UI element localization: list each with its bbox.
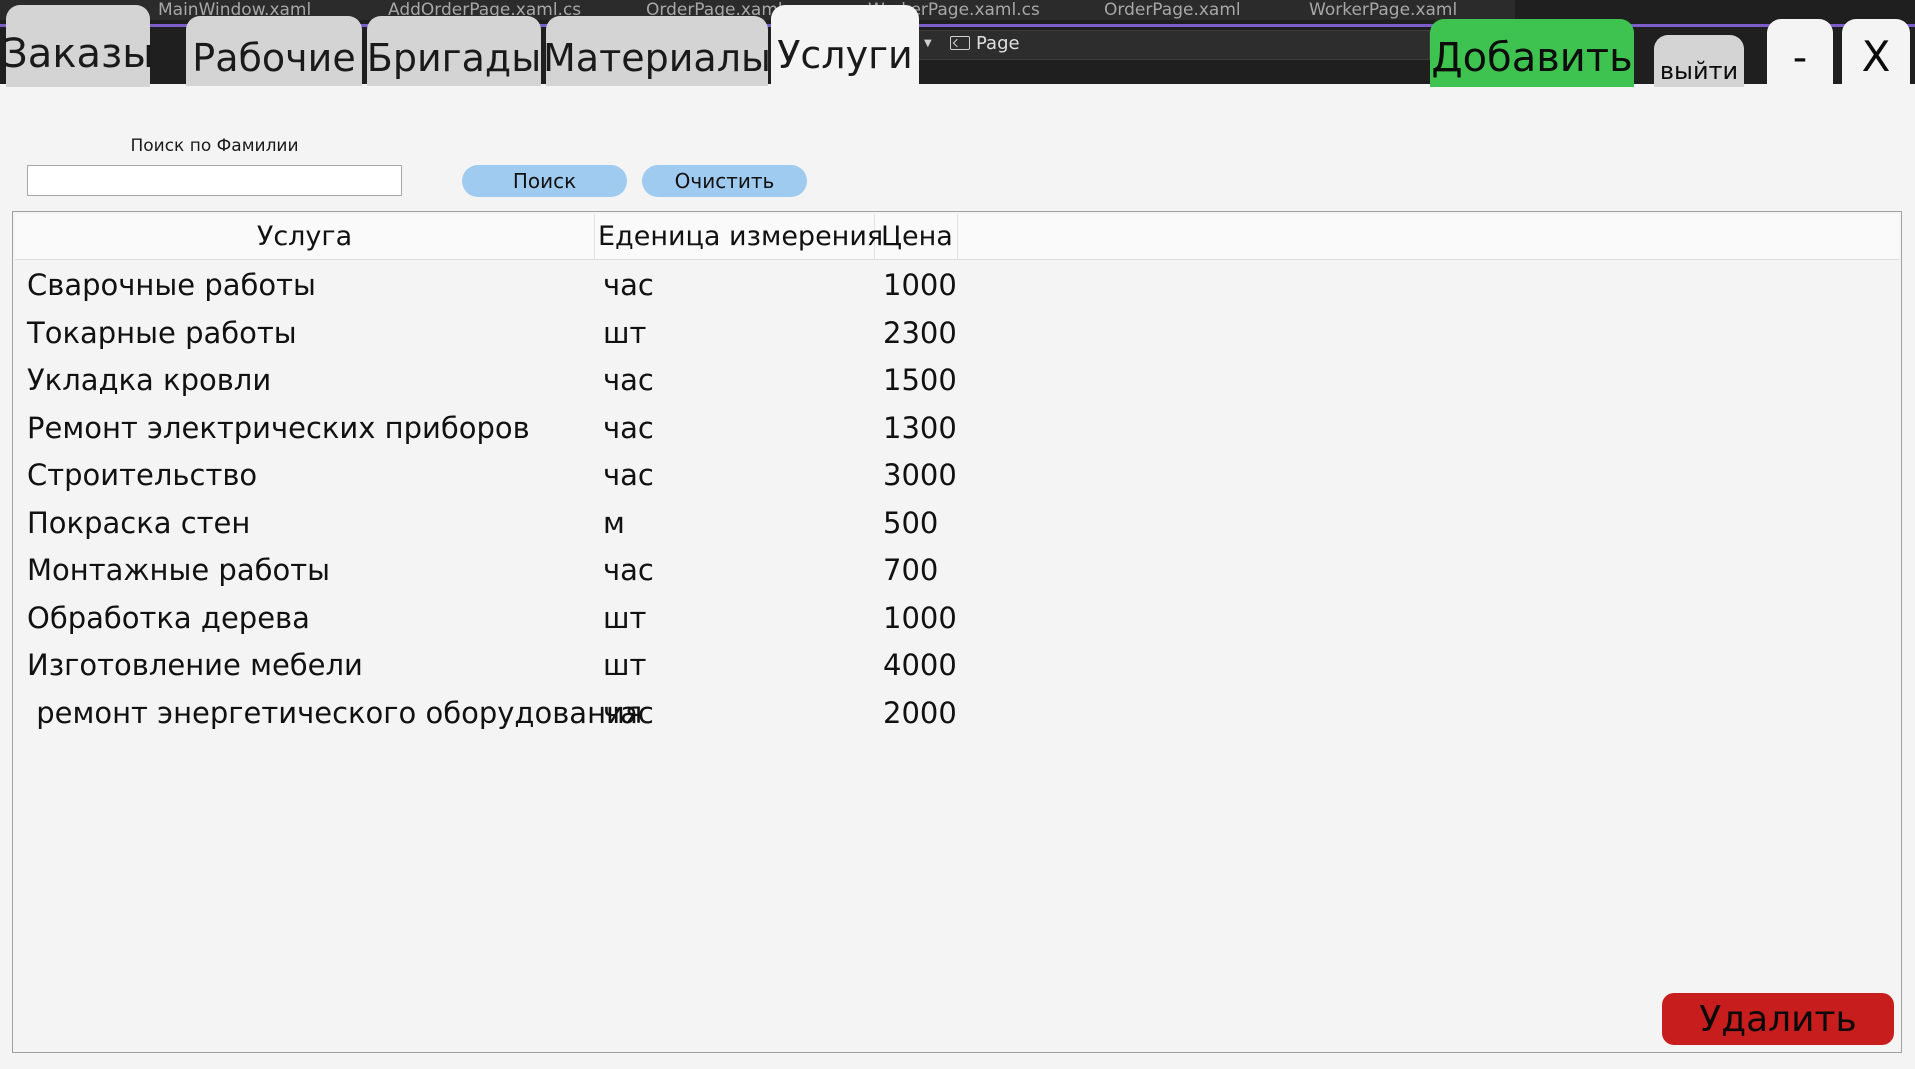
cell-price: 500 — [883, 505, 939, 540]
table-row[interactable]: Монтажные работы час 700 — [15, 547, 1899, 595]
clear-button[interactable]: Очистить — [642, 165, 807, 197]
cell-price: 2300 — [883, 315, 957, 350]
table-row[interactable]: ремонт энергетического оборудования час … — [15, 690, 1899, 738]
table-row[interactable]: Изготовление мебели шт 4000 — [15, 642, 1899, 690]
cell-service: ремонт энергетического оборудования — [27, 695, 643, 730]
tab-brigades[interactable]: Бригады — [367, 16, 541, 86]
cell-unit: час — [603, 695, 654, 730]
table-row[interactable]: Строительство час 3000 — [15, 452, 1899, 500]
column-header-unit[interactable]: Еденица измерения — [595, 214, 883, 259]
tab-orders[interactable]: Заказы — [2, 5, 154, 87]
cell-price: 1500 — [883, 363, 957, 397]
table-row[interactable]: Токарные работы шт 2300 — [15, 310, 1899, 358]
close-button[interactable]: X — [1842, 19, 1910, 87]
cell-unit: шт — [603, 648, 647, 682]
cell-unit: час — [603, 410, 654, 445]
cell-unit: шт — [603, 315, 647, 350]
cell-service: Токарные работы — [27, 315, 297, 350]
cell-unit: час — [603, 553, 654, 587]
cell-price: 3000 — [883, 458, 957, 492]
cell-service: Обработка дерева — [27, 600, 310, 635]
search-label: Поиск по Фамилии — [130, 136, 299, 156]
cell-price: 700 — [883, 553, 939, 587]
delete-button[interactable]: Удалить — [1662, 993, 1894, 1045]
table-row[interactable]: Обработка дерева шт 1000 — [15, 595, 1899, 643]
cell-service: Монтажные работы — [27, 553, 331, 587]
chevron-down-icon[interactable]: ▼ — [924, 34, 938, 54]
cell-unit: м — [603, 505, 625, 540]
table-row[interactable]: Ремонт электрических приборов час 1300 — [15, 405, 1899, 453]
column-header-price[interactable]: Цена — [875, 214, 958, 259]
cell-price: 2000 — [883, 695, 957, 730]
cell-service: Сварочные работы — [27, 268, 316, 302]
column-header-service[interactable]: Услуга — [15, 214, 595, 259]
cell-service: Укладка кровли — [27, 363, 272, 397]
services-table: Услуга Еденица измерения Цена Сварочные … — [12, 211, 1902, 1053]
add-button[interactable]: Добавить — [1430, 19, 1634, 87]
table-row[interactable]: Сварочные работы час 1000 — [15, 262, 1899, 310]
tab-materials[interactable]: Материалы — [543, 16, 771, 86]
search-button[interactable]: Поиск — [462, 165, 627, 197]
cell-unit: час — [603, 363, 654, 397]
logout-button[interactable]: выйти — [1654, 35, 1744, 87]
table-row[interactable]: Покраска стен м 500 — [15, 500, 1899, 548]
cell-price: 4000 — [883, 648, 957, 682]
minimize-button[interactable]: - — [1767, 19, 1833, 87]
tab-workers[interactable]: Рабочие — [186, 16, 362, 86]
cell-price: 1300 — [883, 410, 957, 445]
cell-unit: час — [603, 458, 654, 492]
ide-page-label: Page — [976, 33, 1020, 54]
cell-unit: шт — [603, 600, 647, 635]
app-window: MainWindow.xaml AddOrderPage.xaml.cs Ord… — [0, 0, 1915, 1069]
table-row[interactable]: Укладка кровли час 1500 — [15, 357, 1899, 405]
table-header: Услуга Еденица измерения Цена — [15, 214, 1899, 260]
cell-price: 1000 — [883, 268, 957, 302]
tab-services[interactable]: Услуги — [771, 5, 919, 87]
cell-price: 1000 — [883, 600, 957, 635]
page-icon — [950, 36, 970, 50]
cell-service: Ремонт электрических приборов — [27, 410, 530, 445]
ide-file-tab[interactable]: WorkerPage.xaml — [1309, 0, 1457, 20]
cell-service: Покраска стен — [27, 505, 251, 540]
cell-unit: час — [603, 268, 654, 302]
table-body: Сварочные работы час 1000 Токарные работ… — [15, 262, 1899, 737]
search-input[interactable] — [27, 165, 402, 196]
ide-file-tab[interactable]: OrderPage.xaml — [1104, 0, 1241, 20]
cell-service: Изготовление мебели — [27, 648, 363, 682]
cell-service: Строительство — [27, 458, 258, 492]
